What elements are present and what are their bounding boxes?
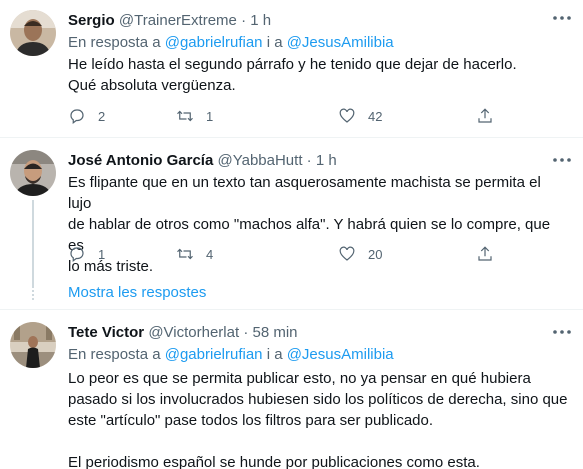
author-name[interactable]: José Antonio García bbox=[68, 152, 213, 169]
share-button[interactable] bbox=[476, 244, 494, 264]
author-handle[interactable]: @YabbaHutt bbox=[217, 152, 302, 169]
heart-icon bbox=[339, 246, 355, 261]
more-horizontal-icon bbox=[553, 330, 571, 334]
tweet-text: Lo peor es que se permita publicar esto,… bbox=[68, 368, 568, 469]
separator-dot: · bbox=[241, 12, 247, 29]
retweet-count: 1 bbox=[206, 108, 214, 124]
reply-button[interactable]: 1 bbox=[68, 244, 105, 264]
tweet-header: José Antonio García @YabbaHutt · 1 h bbox=[68, 152, 337, 170]
tweet-text-line: He leído hasta el segundo párrafo y he t… bbox=[68, 56, 517, 73]
author-handle[interactable]: @Victorherlat bbox=[148, 324, 239, 341]
reply-context: En resposta a @gabrielrufian i a @JesusA… bbox=[68, 346, 394, 364]
reply-icon bbox=[70, 109, 84, 124]
reply-context: En resposta a @gabrielrufian i a @JesusA… bbox=[68, 34, 394, 52]
tweet-tete-victor[interactable]: Tete Victor @Victorherlat · 58 min En re… bbox=[0, 310, 583, 469]
tweet-actions: 2 1 42 bbox=[68, 106, 498, 126]
tweet-text-line: Qué absoluta vergüenza. bbox=[68, 77, 236, 94]
retweet-icon bbox=[177, 110, 193, 122]
mention-link[interactable]: @JesusAmilibia bbox=[287, 346, 394, 363]
retweet-count: 4 bbox=[206, 246, 214, 262]
tweet-text: He leído hasta el segundo párrafo y he t… bbox=[68, 54, 568, 96]
author-name[interactable]: Tete Victor bbox=[68, 324, 144, 341]
reply-joiner: i a bbox=[266, 34, 283, 51]
retweet-button[interactable]: 4 bbox=[176, 244, 213, 264]
tweet-timestamp[interactable]: 1 h bbox=[316, 152, 337, 169]
heart-icon bbox=[339, 108, 355, 123]
mention-link[interactable]: @gabrielrufian bbox=[165, 346, 263, 363]
separator-dot: · bbox=[243, 324, 249, 341]
reply-joiner: i a bbox=[266, 346, 283, 363]
like-count: 20 bbox=[368, 246, 383, 262]
retweet-icon bbox=[177, 248, 193, 260]
share-icon bbox=[478, 108, 492, 123]
tweet-header: Tete Victor @Victorherlat · 58 min bbox=[68, 324, 298, 342]
avatar-tete-victor[interactable] bbox=[10, 322, 56, 368]
reply-icon bbox=[70, 247, 84, 262]
avatar-jose-antonio[interactable] bbox=[10, 150, 56, 196]
reply-count: 2 bbox=[98, 108, 106, 124]
tweet-timestamp[interactable]: 1 h bbox=[250, 12, 271, 29]
thread-line bbox=[32, 200, 34, 288]
thread-dot bbox=[32, 290, 34, 292]
author-handle[interactable]: @TrainerExtreme bbox=[119, 12, 237, 29]
mention-link[interactable]: @JesusAmilibia bbox=[287, 34, 394, 51]
tweet-text-line: pasado si los involucrados hubiesen sido… bbox=[68, 391, 568, 408]
like-count: 42 bbox=[368, 108, 383, 124]
tweet-timestamp[interactable]: 58 min bbox=[252, 324, 297, 341]
reply-count: 1 bbox=[98, 246, 106, 262]
tweet-sergio[interactable]: Sergio @TrainerExtreme · 1 h En resposta… bbox=[0, 0, 583, 138]
show-replies-link[interactable]: Mostra les respostes bbox=[68, 284, 206, 302]
avatar-sergio[interactable] bbox=[10, 10, 56, 56]
reply-button[interactable]: 2 bbox=[68, 106, 105, 126]
tweet-text-line: este "artículo" pase todos los filtros p… bbox=[68, 412, 434, 429]
author-name[interactable]: Sergio bbox=[68, 12, 115, 29]
thread-dot bbox=[32, 294, 34, 296]
more-options-button[interactable] bbox=[550, 10, 574, 28]
reply-prefix: En resposta a bbox=[68, 34, 161, 51]
like-button[interactable]: 20 bbox=[338, 244, 382, 264]
more-horizontal-icon bbox=[553, 16, 571, 20]
tweet-jose-antonio[interactable]: José Antonio García @YabbaHutt · 1 h Es … bbox=[0, 138, 583, 310]
tweet-text-line: El periodismo español se hunde por publi… bbox=[68, 454, 480, 469]
more-horizontal-icon bbox=[553, 158, 571, 162]
more-options-button[interactable] bbox=[550, 152, 574, 170]
share-button[interactable] bbox=[476, 106, 494, 126]
tweet-text-line: Lo peor es que se permita publicar esto,… bbox=[68, 370, 531, 387]
share-icon bbox=[478, 246, 492, 261]
tweet-header: Sergio @TrainerExtreme · 1 h bbox=[68, 12, 271, 30]
tweet-actions: 1 4 20 bbox=[68, 244, 498, 264]
like-button[interactable]: 42 bbox=[338, 106, 382, 126]
mention-link[interactable]: @gabrielrufian bbox=[165, 34, 263, 51]
reply-prefix: En resposta a bbox=[68, 346, 161, 363]
retweet-button[interactable]: 1 bbox=[176, 106, 213, 126]
thread-dot bbox=[32, 298, 34, 300]
separator-dot: · bbox=[306, 152, 312, 169]
tweet-text-line: Es flipante que en un texto tan asqueros… bbox=[68, 174, 541, 212]
more-options-button[interactable] bbox=[550, 324, 574, 342]
